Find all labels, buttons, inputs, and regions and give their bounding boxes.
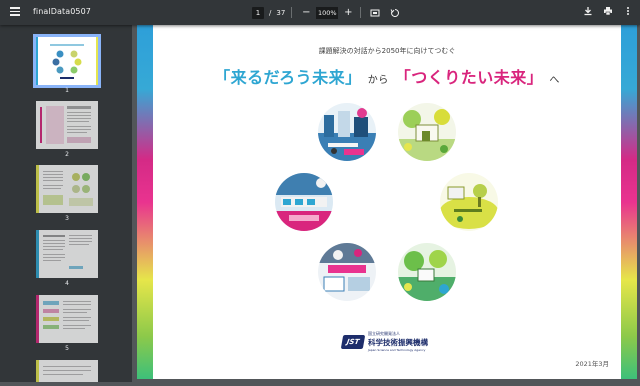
jst-logo-mark: JST (340, 334, 366, 349)
headline-connector: から (367, 75, 389, 86)
rotate-button[interactable] (389, 7, 401, 19)
agriculture-illustration (440, 173, 498, 231)
print-icon (604, 7, 612, 16)
illustration-circle-bottom-right (398, 243, 456, 301)
page-controls: 1 / 37 − 100% + (252, 5, 401, 20)
fit-page-icon (370, 9, 380, 16)
jst-logo: JST 国立研究開発法人 科学技術振興機構 Japan Science and … (340, 331, 428, 352)
thumbnail-number: 5 (65, 345, 69, 352)
thumbnail-page-image (36, 230, 92, 278)
thumbnail-number: 4 (65, 280, 69, 287)
jst-logo-text: 国立研究開発法人 科学技術振興機構 Japan Science and Tech… (368, 331, 428, 352)
more-options-button[interactable] (622, 5, 634, 17)
headline-end: へ (549, 75, 560, 86)
city-tech-illustration (318, 103, 376, 161)
thumbnail-page-image (36, 165, 93, 213)
toolbar-divider (360, 7, 362, 18)
nature-home-illustration (398, 103, 456, 161)
thumbnail-number: 2 (65, 151, 69, 158)
thumbnail-number: 3 (65, 215, 69, 222)
thumbnail-page-image (36, 360, 91, 382)
illustration-circle-mid-left (275, 173, 333, 231)
minus-icon: − (302, 7, 311, 18)
print-button[interactable] (602, 5, 614, 17)
thumbnail-page-5[interactable] (36, 295, 98, 343)
headline-part-1: 「来るだろう未来」 (214, 68, 362, 87)
thumbnail-page-1[interactable] (33, 34, 101, 88)
health-illustration (318, 243, 376, 301)
green-city-illustration (398, 243, 456, 301)
thumbnail-number: 1 (65, 87, 69, 94)
menu-icon[interactable] (8, 5, 22, 19)
zoom-in-button[interactable]: + (342, 7, 354, 19)
download-icon (584, 7, 592, 16)
thumbnail-page-3[interactable] (36, 165, 98, 213)
page-total: 37 (276, 8, 286, 17)
thumbnail-cover-image (36, 37, 98, 85)
illustration-circle-top-right (398, 103, 456, 161)
thumbnail-page-image (36, 295, 91, 343)
transport-illustration (275, 173, 333, 231)
cover-headline: 「来るだろう未来」 から 「つくりたい未来」 へ (137, 64, 637, 88)
illustration-circle-top-left (318, 103, 376, 161)
thumbnail-page-4[interactable] (36, 230, 98, 278)
cover-subtitle: 課題解決の対話から2050年に向けてつむぐ (318, 47, 456, 55)
thumbnail-page-image (40, 106, 91, 144)
thumbnail-sidebar[interactable]: 1 2 3 4 5 (0, 25, 132, 382)
pdf-toolbar: finalData0507 1 / 37 − 100% + (0, 0, 640, 25)
org-name-english: Japan Science and Technology Agency (368, 348, 426, 352)
thumbnail-page-2[interactable] (36, 101, 98, 149)
toolbar-divider (291, 7, 293, 18)
page-separator: / (269, 8, 272, 17)
fit-page-button[interactable] (369, 7, 381, 19)
thumbnail-page-6[interactable] (36, 360, 98, 382)
zoom-input[interactable]: 100% (316, 6, 339, 19)
zoom-out-button[interactable]: − (300, 7, 312, 19)
rotate-icon (390, 8, 400, 17)
org-name: 科学技術振興機構 (368, 338, 428, 347)
toolbar-actions (582, 5, 634, 17)
plus-icon: + (344, 7, 353, 18)
illustration-circle-mid-right (440, 173, 498, 231)
headline-part-2: 「つくりたい未来」 (394, 68, 544, 87)
document-title: finalData0507 (33, 7, 91, 16)
publication-date: 2021年3月 (575, 360, 609, 368)
download-button[interactable] (582, 5, 594, 17)
pdf-page-1: 課題解決の対話から2050年に向けてつむぐ 「来るだろう未来」 から 「つくりた… (137, 25, 637, 379)
illustration-circle-bottom-left (318, 243, 376, 301)
more-icon (627, 7, 629, 15)
page-number-input[interactable]: 1 (252, 6, 264, 19)
